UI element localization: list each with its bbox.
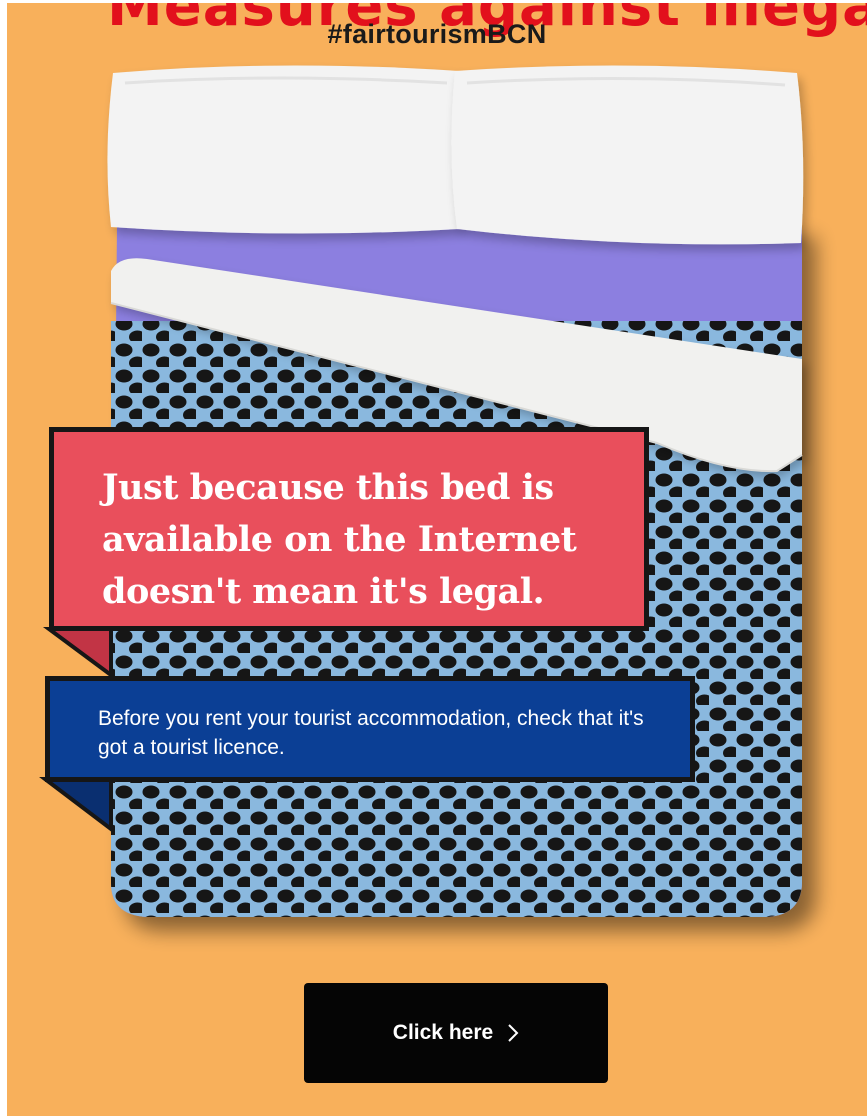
headline-ribbon-fold — [42, 627, 113, 679]
chevron-right-icon — [508, 1024, 519, 1042]
pillow-right — [451, 65, 804, 245]
ad-banner[interactable]: Measures against illegal tourist #fairto… — [7, 3, 867, 1116]
info-ribbon-fold — [39, 777, 113, 834]
info-box: Before you rent your tourist accommodati… — [45, 676, 695, 782]
click-here-label: Click here — [392, 1021, 494, 1044]
info-text: Before you rent your tourist accommodati… — [98, 707, 644, 759]
headline-text: Just because this bed is available on th… — [102, 467, 577, 612]
headline-box: Just because this bed is available on th… — [49, 427, 649, 631]
click-here-button[interactable]: Click here — [304, 983, 608, 1083]
pillow-left — [107, 65, 463, 234]
campaign-hashtag: #fairtourismBCN — [327, 19, 547, 49]
